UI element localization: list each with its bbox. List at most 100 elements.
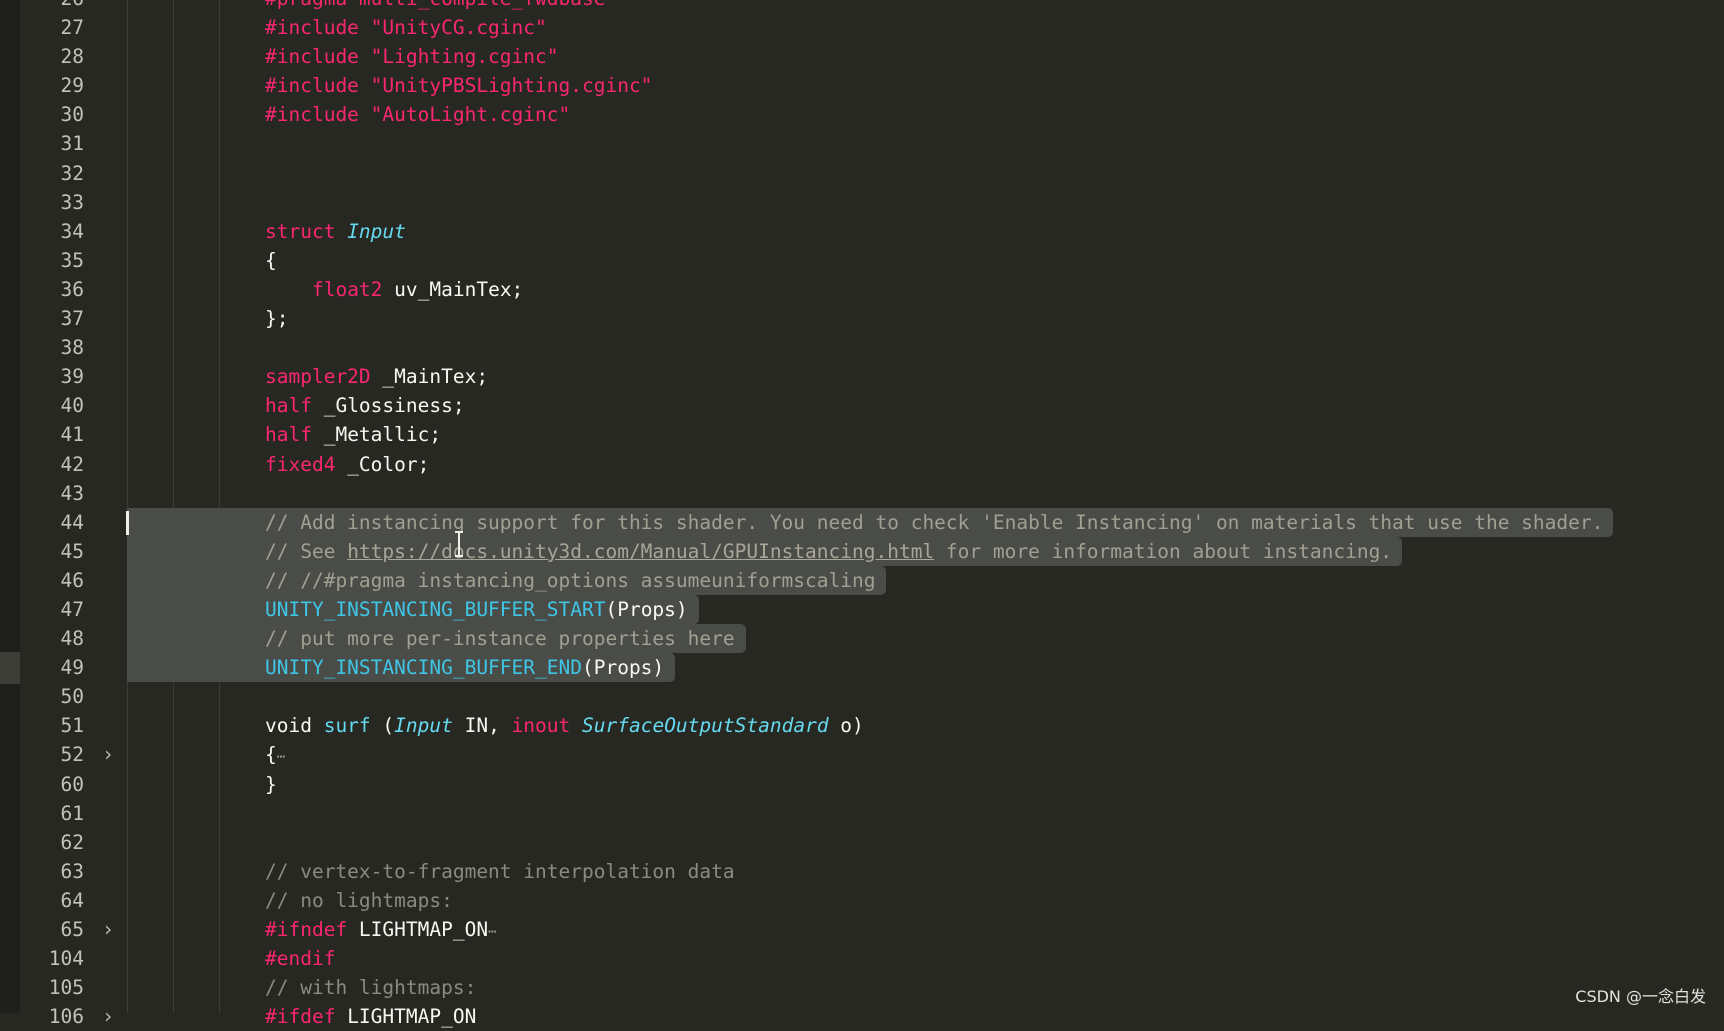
code-line[interactable]: 106 › #ifdef LIGHTMAP_ON [0,1002,1724,1031]
line-number: 104 [48,947,84,971]
code-line[interactable]: 28 #include "Lighting.cginc" [0,42,1724,71]
code-line[interactable]: 104 #endif [0,944,1724,973]
watermark: CSDN @一念白发 [1575,987,1706,1006]
code-line[interactable]: 43 [0,479,1724,508]
code-line[interactable]: 64 // no lightmaps: [0,886,1724,915]
code-line[interactable]: 41 half _Metallic; [0,420,1724,449]
code-text[interactable]: #include "Lighting.cginc" [265,42,559,71]
code-token: #ifdef [265,1005,336,1029]
code-text[interactable]: fixed4 _Color; [265,450,429,479]
code-text[interactable]: #endif [265,944,335,973]
line-number: 42 [60,452,84,476]
line-number: 41 [60,423,84,447]
fold-chevron-icon[interactable]: › [98,740,118,769]
fold-chevron-icon[interactable]: › [98,1002,118,1031]
code-line[interactable]: 37}; [0,304,1724,333]
code-token: half [265,423,312,447]
line-number: 38 [60,336,84,360]
code-text[interactable]: {⋯ [265,740,285,772]
code-text[interactable]: // no lightmaps: [265,886,453,915]
code-token: #ifndef [265,918,348,941]
folded-ellipsis[interactable]: ⋯ [277,749,285,765]
code-text[interactable]: struct Input [265,217,406,246]
code-token: Input [347,219,406,243]
code-text[interactable]: void surf (Input IN, inout SurfaceOutput… [265,711,864,740]
code-line[interactable]: 33 [0,188,1724,217]
code-token: LIGHTMAP_ON [347,918,489,941]
code-editor[interactable]: 26 #pragma multi_compile_fwdbase 27 #includ… [0,0,1724,1031]
code-line[interactable]: 29 #include "UnityPBSLighting.cginc" [0,71,1724,100]
code-line[interactable]: 51 void surf (Input IN, inout SurfaceOutp… [0,711,1724,740]
code-line[interactable]: 42 fixed4 _Color; [0,450,1724,479]
code-token: UNITY_INSTANCING_BUFFER_END [265,656,582,680]
code-text[interactable]: half _Glossiness; [265,391,465,420]
code-line[interactable]: 105 // with lightmaps: [0,973,1724,1002]
code-line[interactable]: 44// Add instancing support for this sha… [0,507,1724,537]
code-text[interactable]: } [265,770,277,799]
code-text[interactable]: #include "UnityPBSLighting.cginc" [265,71,652,100]
code-text[interactable]: #ifdef LIGHTMAP_ON [265,1002,476,1031]
code-link[interactable]: https://docs.unity3d.com/Manual/GPUInsta… [347,540,934,563]
folded-ellipsis[interactable]: ⋯ [488,924,496,940]
code-line[interactable]: 38 [0,333,1724,362]
line-number: 106 [48,1005,84,1029]
code-token: SurfaceOutputStandard [582,714,829,738]
code-line[interactable]: 27 #include "UnityCG.cginc" [0,13,1724,42]
code-line[interactable]: 40 half _Glossiness; [0,391,1724,420]
code-line[interactable]: 62 [0,828,1724,857]
code-line[interactable]: 34 struct Input [0,217,1724,246]
code-token: // put more per-instance properties here [265,627,735,651]
code-line[interactable]: 60} [0,770,1724,799]
code-line[interactable]: 65 › #ifndef LIGHTMAP_ON⋯ [0,915,1724,944]
code-text[interactable]: half _Metallic; [265,420,441,449]
line-number: 31 [60,132,84,156]
code-text[interactable]: // put more per-instance properties here [265,624,735,653]
code-line[interactable]: 63 // vertex-to-fragment interpolation da… [0,857,1724,886]
code-line[interactable]: 26 #pragma multi_compile_fwdbase [0,0,1724,13]
code-token: { [265,743,277,767]
fold-chevron-icon[interactable]: › [98,915,118,944]
code-line[interactable]: 46 // //#pragma instancing_options assume… [0,565,1724,595]
code-line[interactable]: 52 › {⋯ [0,740,1724,769]
code-text[interactable]: // //#pragma instancing_options assumeun… [265,566,875,595]
code-text[interactable]: float2 uv_MainTex; [265,275,523,304]
code-line[interactable]: 32 [0,159,1724,188]
code-token: float2 [311,277,383,301]
code-token: (Props) [605,597,688,621]
code-text[interactable]: sampler2D _MainTex; [265,362,488,391]
code-token: _Metallic; [311,423,442,447]
code-text[interactable]: #include "UnityCG.cginc" [265,13,547,42]
code-token: #include "Lighting.cginc" [265,45,559,69]
code-token: _Glossiness; [311,394,465,418]
code-text[interactable]: #pragma multi_compile_fwdbase [265,0,605,13]
code-text[interactable]: UNITY_INSTANCING_BUFFER_END(Props) [265,653,664,682]
line-number: 52 [60,743,84,767]
code-line[interactable]: 48 // put more per-instance properties he… [0,624,1724,654]
code-line[interactable]: 50 [0,682,1724,711]
code-text[interactable]: // See https://docs.unity3d.com/Manual/G… [265,537,1392,566]
code-line[interactable]: 61 [0,799,1724,828]
code-line[interactable]: 30 #include "AutoLight.cginc" [0,100,1724,129]
code-text[interactable]: #ifndef LIGHTMAP_ON⋯ [265,915,497,947]
line-number: 33 [60,190,84,214]
code-line[interactable]: 45 // See https://docs.unity3d.com/Manual… [0,536,1724,566]
code-token: for more information about instancing. [934,539,1393,563]
code-line[interactable]: 31 [0,129,1724,158]
code-token: #pragma multi_compile_fwdbase [265,0,605,10]
code-line[interactable]: 35 { [0,246,1724,275]
line-number: 28 [60,45,84,69]
code-text[interactable]: }; [265,304,288,333]
code-line[interactable]: 47 UNITY_INSTANCING_BUFFER_START(Props) [0,594,1724,625]
code-line[interactable]: 36 float2 uv_MainTex; [0,275,1724,304]
code-line[interactable]: 49 UNITY_INSTANCING_BUFFER_END(Props) [0,653,1724,683]
code-line[interactable]: 39 sampler2D _MainTex; [0,362,1724,391]
code-text[interactable]: // with lightmaps: [265,973,476,1002]
code-text[interactable]: #include "AutoLight.cginc" [265,100,570,129]
line-number: 32 [60,161,84,185]
code-text[interactable]: { [265,246,277,275]
line-number: 51 [60,714,84,738]
code-text[interactable]: UNITY_INSTANCING_BUFFER_START(Props) [265,595,688,624]
code-text[interactable]: // vertex-to-fragment interpolation data [265,857,735,886]
line-number: 37 [60,307,84,331]
code-token: half [265,394,312,418]
